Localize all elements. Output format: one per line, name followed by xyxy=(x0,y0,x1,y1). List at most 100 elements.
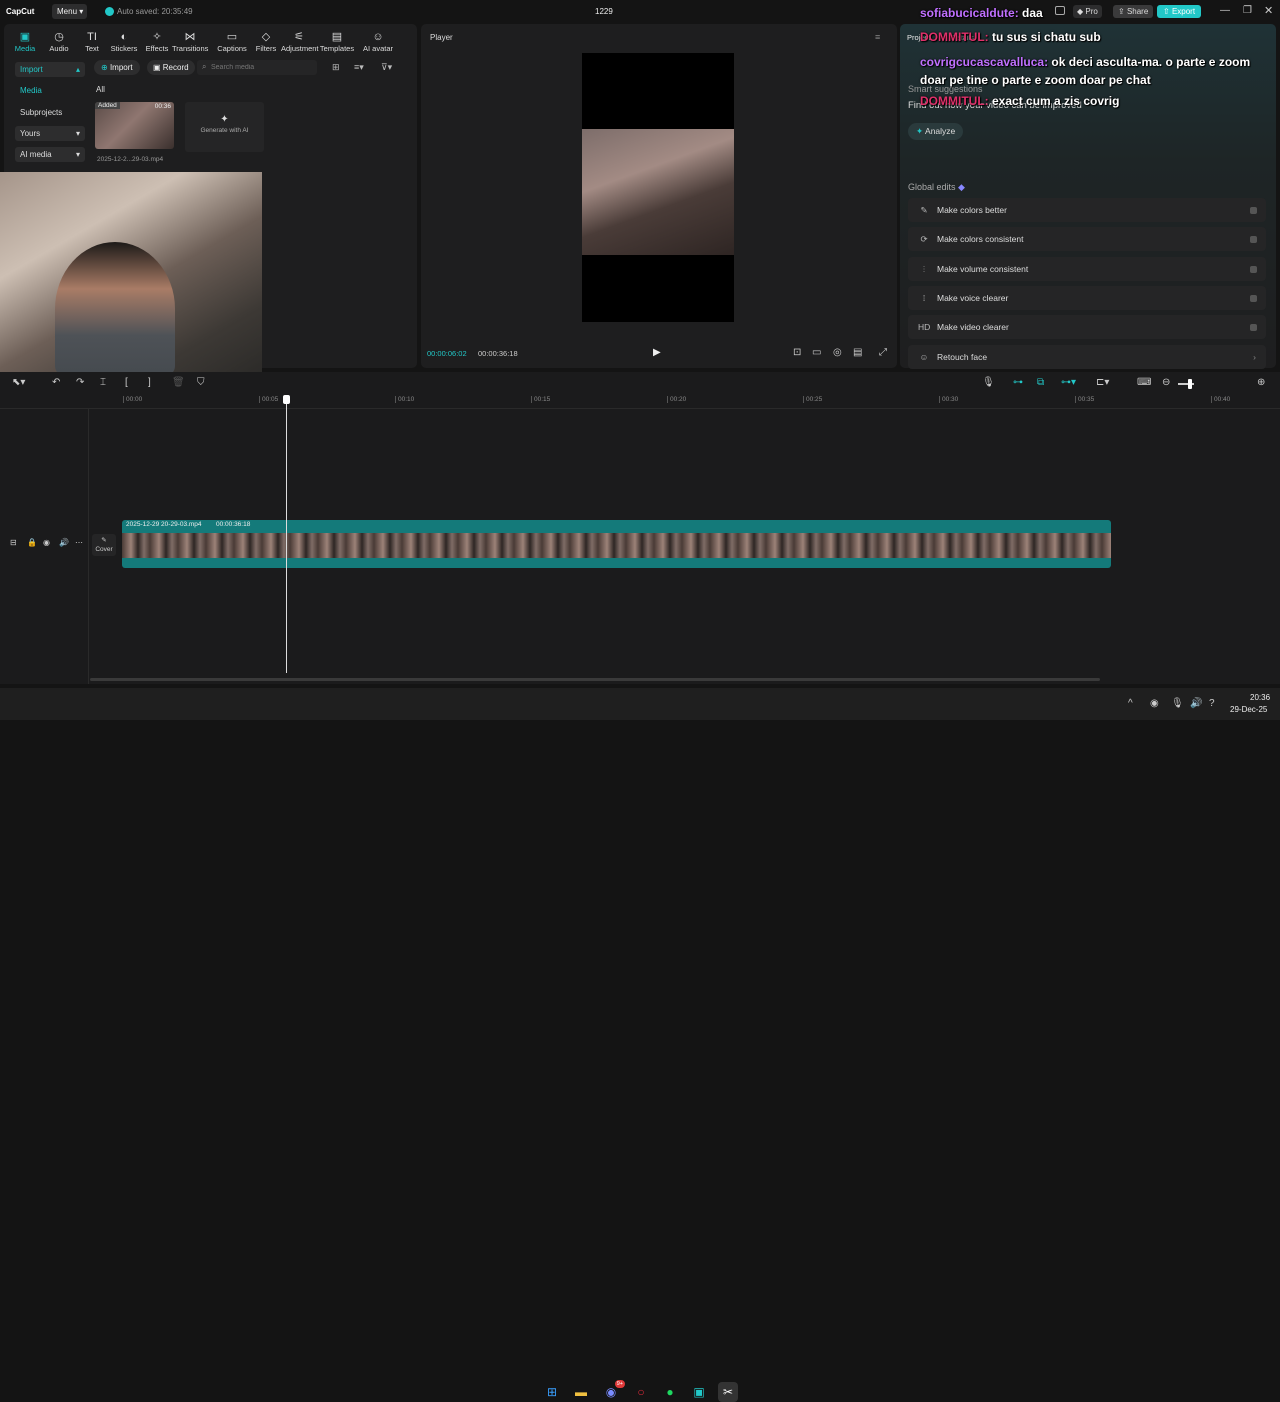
sidebar-import[interactable]: Import ▴ xyxy=(15,62,85,77)
tool-effects[interactable]: ✧ Effects xyxy=(139,31,175,53)
global-edit-item[interactable]: ☺ Retouch face › xyxy=(908,344,1266,369)
play-button[interactable]: ▶ xyxy=(653,347,661,358)
project-title: 1229 xyxy=(595,7,613,16)
zoom-slider[interactable] xyxy=(1178,379,1194,389)
track-lock-icon[interactable]: 🔒 xyxy=(27,538,37,547)
fullscreen-icon[interactable]: ⤢ xyxy=(879,347,887,358)
tool-stickers[interactable]: ◐ Stickers xyxy=(106,31,142,53)
snap-icon[interactable]: ⧉ xyxy=(1037,377,1044,388)
sort-icon[interactable]: ≡▾ xyxy=(354,62,364,73)
marker-icon[interactable]: ⛉ xyxy=(197,377,205,388)
restore-icon[interactable]: ❐ xyxy=(1243,5,1252,16)
link-icon[interactable]: ⊶▾ xyxy=(1061,377,1076,388)
track-more-icon[interactable]: ⋯ xyxy=(75,538,83,547)
close-icon[interactable]: ✕ xyxy=(1264,4,1273,17)
tray-speaker-icon[interactable]: 🔊 xyxy=(1190,698,1202,709)
color-sync-icon: ⟳ xyxy=(920,234,928,245)
track-visibility-icon[interactable]: ◉ xyxy=(43,538,50,547)
timeline-scrollbar[interactable] xyxy=(90,678,1100,681)
windows-start-icon[interactable]: ⊞ xyxy=(542,1382,562,1402)
tool-audio[interactable]: ◷ Audio xyxy=(41,31,77,53)
toggle[interactable] xyxy=(1250,294,1257,302)
share-button[interactable]: ⇪ Share xyxy=(1113,5,1154,18)
grid-view-icon[interactable]: ⊞ xyxy=(332,62,340,73)
caption-icon[interactable]: ⌨ xyxy=(1137,377,1151,388)
ratio-icon[interactable]: ▤ xyxy=(853,347,862,358)
global-edit-item[interactable]: ⫶ Make volume consistent xyxy=(908,256,1266,281)
global-edit-item[interactable]: ⁞ Make voice clearer xyxy=(908,285,1266,310)
toggle[interactable] xyxy=(1250,207,1257,214)
filter-icon[interactable]: ⊽▾ xyxy=(381,62,392,73)
preview-axis-icon[interactable]: ⊏▾ xyxy=(1096,377,1109,388)
search-input[interactable] xyxy=(211,61,311,74)
tray-discord-icon[interactable]: ◉ xyxy=(1150,698,1159,709)
global-edit-label: Make voice clearer xyxy=(937,292,1009,303)
zoom-fit-icon[interactable]: ⊕ xyxy=(1257,377,1265,388)
tray-help-icon[interactable]: ? xyxy=(1209,698,1215,709)
taskbar: ⊞ ▬ ◉ 9+ ○ ● ▣ ✂ ^ ◉ 🎙 🔊 ? 20:36 29-Dec-2… xyxy=(0,688,1280,1402)
tray-mic-icon[interactable]: 🎙 xyxy=(1171,698,1184,709)
cover-button[interactable]: ✎ Cover xyxy=(92,534,116,556)
tool-templates[interactable]: ▤ Templates xyxy=(319,31,355,53)
tray-chevron-icon[interactable]: ^ xyxy=(1128,698,1133,709)
track-collapse-icon[interactable]: ⊟ xyxy=(10,538,17,547)
toggle[interactable] xyxy=(1250,324,1257,332)
playhead[interactable] xyxy=(283,395,290,673)
global-edit-item[interactable]: ⟳ Make colors consistent xyxy=(908,227,1266,252)
tool-ai-avatar[interactable]: ☺ AI avatar xyxy=(360,31,396,53)
tool-transitions[interactable]: ⋈ Transitions xyxy=(172,31,208,53)
opera-icon[interactable]: ○ xyxy=(631,1382,651,1402)
analyze-button[interactable]: ✦ Analyze xyxy=(908,123,964,140)
import-button[interactable]: ⊕ Import xyxy=(94,60,140,75)
video-canvas[interactable] xyxy=(582,53,734,322)
split-left-icon[interactable]: [ xyxy=(125,377,128,388)
media-clip-thumbnail[interactable]: Added 00:36 xyxy=(95,102,174,149)
app-icon[interactable]: ▣ xyxy=(689,1382,709,1402)
sidebar-subprojects[interactable]: Subprojects xyxy=(15,105,85,120)
tool-captions[interactable]: ▭ Captions xyxy=(214,31,250,53)
link-main-icon[interactable]: ⊶ xyxy=(1013,377,1023,388)
menu-button[interactable]: Menu ▾ xyxy=(52,4,87,19)
player-menu-icon[interactable]: ≡ xyxy=(875,32,880,42)
discord-icon[interactable]: ◉ 9+ xyxy=(601,1380,625,1402)
undo-icon[interactable]: ↶ xyxy=(52,377,60,388)
toggle[interactable] xyxy=(1250,236,1257,244)
split-icon[interactable]: ⌶ xyxy=(100,377,106,388)
filter-all[interactable]: All xyxy=(96,85,105,94)
crop-icon[interactable]: ◎ xyxy=(833,347,842,358)
sidebar-media[interactable]: Media xyxy=(15,83,85,98)
delete-icon[interactable]: 🗑 xyxy=(172,377,185,388)
tool-label: Effects xyxy=(145,44,169,53)
minimize-icon[interactable]: — xyxy=(1220,5,1230,16)
clock-date: 29-Dec-25 xyxy=(1230,705,1268,714)
export-button[interactable]: ⇧ Export xyxy=(1157,5,1202,18)
sidebar-ai-media[interactable]: AI media ▾ xyxy=(15,147,85,162)
spotify-icon[interactable]: ● xyxy=(660,1382,680,1402)
search-media[interactable]: ⌕ xyxy=(197,60,317,75)
record-button[interactable]: ▣ Record xyxy=(147,60,195,75)
track-audio-icon[interactable]: 🔊 xyxy=(59,538,69,547)
layout-icon[interactable] xyxy=(1055,6,1065,15)
global-edit-item[interactable]: ✎ Make colors better xyxy=(908,198,1266,222)
toggle[interactable] xyxy=(1250,265,1257,273)
global-edit-item[interactable]: HD Make video clearer xyxy=(908,315,1266,340)
select-tool-icon[interactable]: ⬉▾ xyxy=(12,377,25,388)
video-clip[interactable]: 2025-12-29 20-29-03.mp4 00:00:36:18 xyxy=(122,520,1111,568)
redo-icon[interactable]: ↷ xyxy=(76,377,84,388)
snapshot-icon[interactable]: ⊡ xyxy=(793,347,801,358)
sidebar-yours[interactable]: Yours ▾ xyxy=(15,126,85,141)
mic-icon[interactable]: 🎙 xyxy=(982,377,995,388)
tool-media[interactable]: ▣ Media xyxy=(7,31,43,53)
file-explorer-icon[interactable]: ▬ xyxy=(571,1382,591,1402)
zoom-out-icon[interactable]: ⊖ xyxy=(1162,377,1170,388)
ruler-tick: 00:35 xyxy=(1075,396,1094,403)
generate-ai-card[interactable]: ✦ Generate with AI xyxy=(185,102,264,152)
quality-icon[interactable]: ▭ xyxy=(812,347,821,358)
pro-button[interactable]: ◆ Pro xyxy=(1073,5,1102,18)
tool-filters[interactable]: ◇ Filters xyxy=(248,31,284,53)
tool-adjustment[interactable]: ⚟ Adjustment xyxy=(281,31,319,53)
split-right-icon[interactable]: ] xyxy=(148,377,151,388)
tool-text[interactable]: TI Text xyxy=(74,31,110,53)
capcut-taskbar-icon[interactable]: ✂ xyxy=(718,1382,738,1402)
tool-label: Media xyxy=(14,44,36,53)
